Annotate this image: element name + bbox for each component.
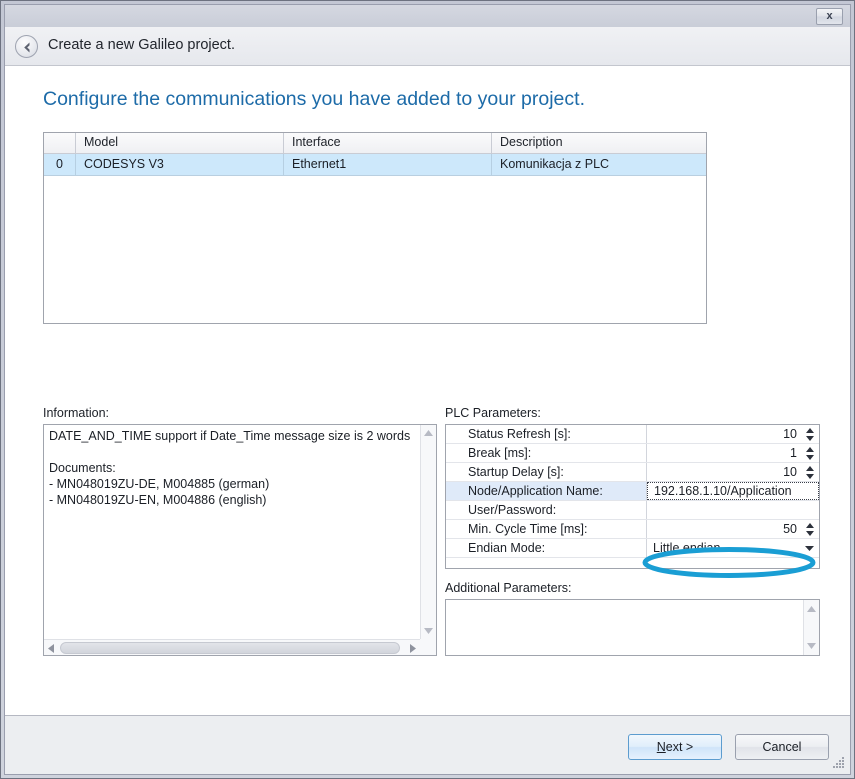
nav-title: Create a new Galileo project. bbox=[48, 37, 235, 53]
spinner-up-icon[interactable] bbox=[806, 428, 814, 433]
plc-row-break[interactable]: Break [ms]: 1 bbox=[446, 444, 819, 463]
create-galileo-project-dialog: x Create a new Galileo project. Configur… bbox=[0, 0, 855, 779]
spinner-min-cycle-time[interactable] bbox=[805, 522, 815, 537]
plc-label-min-cycle-time: Min. Cycle Time [ms]: bbox=[446, 520, 647, 538]
cancel-button[interactable]: Cancel bbox=[735, 734, 829, 760]
plc-row-min-cycle-time[interactable]: Min. Cycle Time [ms]: 50 bbox=[446, 520, 819, 539]
scroll-down-icon[interactable] bbox=[424, 628, 433, 634]
back-arrow-icon bbox=[24, 42, 30, 53]
endian-mode-value: Little endian bbox=[653, 541, 721, 555]
plc-value-text-status-refresh: 10 bbox=[783, 427, 797, 441]
next-button-label: ext > bbox=[665, 740, 694, 754]
spinner-down-icon[interactable] bbox=[806, 455, 814, 460]
information-text: DATE_AND_TIME support if Date_Time messa… bbox=[49, 429, 411, 507]
page-title: Configure the communications you have ad… bbox=[43, 88, 585, 110]
horizontal-scroll-thumb[interactable] bbox=[60, 642, 400, 654]
information-textbox[interactable]: DATE_AND_TIME support if Date_Time messa… bbox=[43, 424, 437, 656]
plc-value-status-refresh[interactable]: 10 bbox=[647, 425, 819, 443]
plc-value-startup-delay[interactable]: 10 bbox=[647, 463, 819, 481]
additional-parameters-label: Additional Parameters: bbox=[445, 581, 572, 595]
plc-row-endian-mode[interactable]: Endian Mode: Little endian bbox=[446, 539, 819, 558]
scroll-up-icon[interactable] bbox=[424, 430, 433, 436]
plc-value-text-startup-delay: 10 bbox=[783, 465, 797, 479]
plc-label-node-application-name: Node/Application Name: bbox=[446, 482, 647, 500]
information-label: Information: bbox=[43, 406, 110, 420]
plc-label-user-password: User/Password: bbox=[446, 501, 647, 519]
plc-value-text-break: 1 bbox=[790, 446, 797, 460]
plc-label-break: Break [ms]: bbox=[446, 444, 647, 462]
plc-row-user-password[interactable]: User/Password: bbox=[446, 501, 819, 520]
resize-grip-icon[interactable] bbox=[831, 755, 845, 769]
column-header-model: Model bbox=[76, 133, 284, 153]
plc-label-startup-delay: Startup Delay [s]: bbox=[446, 463, 647, 481]
cell-interface: Ethernet1 bbox=[284, 154, 492, 175]
information-vertical-scrollbar[interactable] bbox=[420, 425, 436, 639]
spinner-status-refresh[interactable] bbox=[805, 427, 815, 442]
scrollbar-corner bbox=[420, 639, 436, 655]
navigation-bar: Create a new Galileo project. bbox=[5, 27, 850, 66]
spinner-break[interactable] bbox=[805, 446, 815, 461]
scroll-left-icon[interactable] bbox=[48, 644, 54, 653]
plc-value-min-cycle-time[interactable]: 50 bbox=[647, 520, 819, 538]
spinner-up-icon[interactable] bbox=[806, 466, 814, 471]
spinner-up-icon[interactable] bbox=[806, 523, 814, 528]
plc-row-startup-delay[interactable]: Startup Delay [s]: 10 bbox=[446, 463, 819, 482]
column-header-description: Description bbox=[500, 135, 563, 149]
title-bar: x bbox=[5, 5, 850, 27]
communications-table[interactable]: Model Interface Description 0 CODESYS V3… bbox=[43, 132, 707, 324]
information-horizontal-scrollbar[interactable] bbox=[44, 639, 436, 655]
wizard-page: Configure the communications you have ad… bbox=[5, 66, 850, 715]
scroll-up-icon[interactable] bbox=[807, 606, 816, 612]
additional-parameters-textbox[interactable] bbox=[445, 599, 820, 656]
spinner-startup-delay[interactable] bbox=[805, 465, 815, 480]
plc-parameters-label: PLC Parameters: bbox=[445, 406, 541, 420]
node-application-name-input[interactable]: 192.168.1.10/Application bbox=[647, 482, 819, 500]
column-header-index bbox=[44, 133, 76, 153]
scroll-down-icon[interactable] bbox=[807, 643, 816, 649]
table-header-row: Model Interface Description bbox=[44, 133, 706, 154]
plc-label-endian-mode: Endian Mode: bbox=[446, 539, 647, 557]
spinner-down-icon[interactable] bbox=[806, 474, 814, 479]
next-button[interactable]: Next > bbox=[628, 734, 722, 760]
cell-model: CODESYS V3 bbox=[76, 154, 284, 175]
dialog-footer: Next > Cancel bbox=[5, 715, 850, 774]
plc-row-node-application-name[interactable]: Node/Application Name: 192.168.1.10/Appl… bbox=[446, 482, 819, 501]
cell-description: Komunikacja z PLC bbox=[500, 157, 610, 171]
back-button[interactable] bbox=[15, 35, 38, 58]
plc-row-status-refresh[interactable]: Status Refresh [s]: 10 bbox=[446, 425, 819, 444]
spinner-up-icon[interactable] bbox=[806, 447, 814, 452]
endian-mode-select[interactable]: Little endian bbox=[647, 539, 819, 557]
next-button-mnemonic: N bbox=[656, 740, 666, 754]
additional-parameters-scrollbar[interactable] bbox=[803, 600, 819, 655]
chevron-down-icon[interactable] bbox=[805, 546, 814, 551]
plc-parameters-grid[interactable]: Status Refresh [s]: 10 Break [ms]: 1 Sta… bbox=[445, 424, 820, 569]
cell-index: 0 bbox=[44, 154, 76, 175]
scroll-right-icon[interactable] bbox=[410, 644, 416, 653]
column-header-interface: Interface bbox=[284, 133, 492, 153]
plc-value-text-min-cycle-time: 50 bbox=[783, 522, 797, 536]
close-icon[interactable]: x bbox=[816, 8, 843, 25]
plc-label-status-refresh: Status Refresh [s]: bbox=[446, 425, 647, 443]
user-password-input[interactable] bbox=[647, 501, 819, 519]
plc-value-break[interactable]: 1 bbox=[647, 444, 819, 462]
spinner-down-icon[interactable] bbox=[806, 436, 814, 441]
table-row[interactable]: 0 CODESYS V3 Ethernet1 Komunikacja z PLC bbox=[44, 154, 706, 176]
spinner-down-icon[interactable] bbox=[806, 531, 814, 536]
